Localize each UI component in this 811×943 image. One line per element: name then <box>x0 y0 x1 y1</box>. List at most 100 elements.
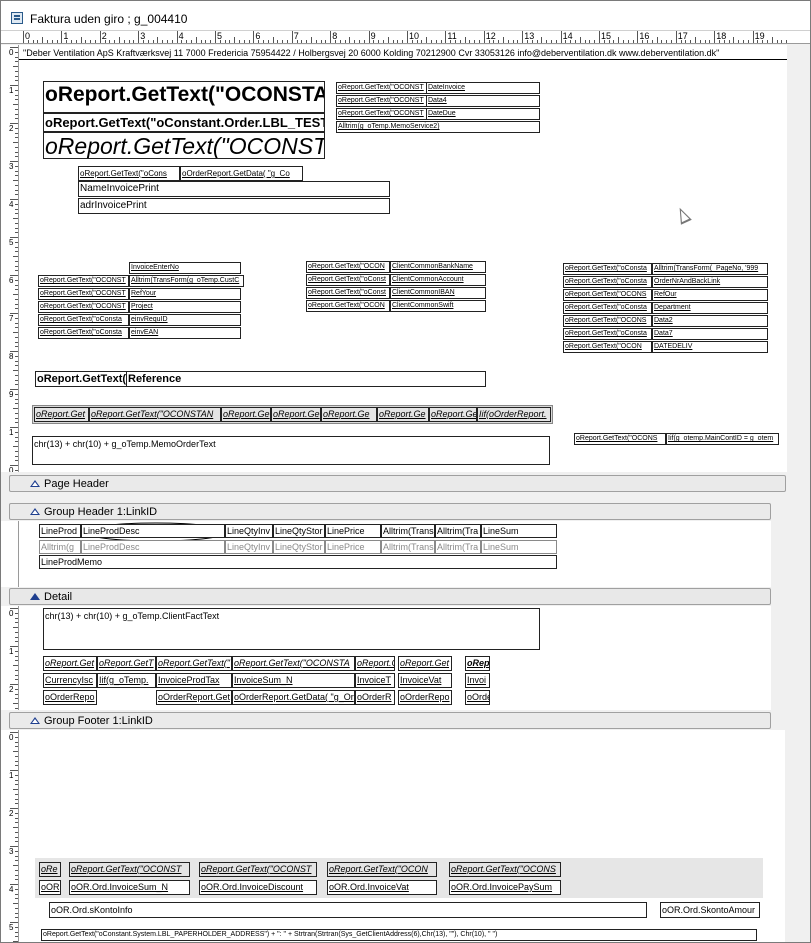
bank-label[interactable]: oReport.GetText("oConst <box>306 287 390 299</box>
line-field[interactable]: LineQtyStor <box>273 524 325 538</box>
line-field[interactable]: LineQtyInv <box>225 524 273 538</box>
line-field[interactable]: LineSum <box>481 524 557 538</box>
bank-value[interactable]: ClientCommonBankName <box>390 261 486 273</box>
total-value-field[interactable]: InvoiceSum_N <box>232 673 355 688</box>
info-label-2[interactable]: oReport.GetText("OCONST <box>336 95 428 107</box>
addr-invoice-field[interactable]: adrInvoicePrint <box>78 198 390 214</box>
total-label-field[interactable]: oReport.GetText(" <box>156 656 232 671</box>
right-info-label[interactable]: oReport.GetText("OCONS <box>563 289 652 301</box>
footer-value-field[interactable]: oOR.Ord.InvoiceVat <box>327 880 437 895</box>
footer-label-field[interactable]: oRe <box>39 862 61 877</box>
band-detail[interactable]: Detail <box>9 588 771 605</box>
left-info-value[interactable]: einvEAN <box>129 327 241 339</box>
total-data-field[interactable]: oOrderRepo <box>43 690 97 705</box>
footer-value-field[interactable]: oOR.Ord.InvoicePaySum <box>449 880 561 895</box>
right-info-label[interactable]: oReport.GetText("oConsta <box>563 302 652 314</box>
right-info-value[interactable]: Data7 <box>652 328 768 340</box>
bank-value[interactable]: ClientCommonIBAN <box>390 287 486 299</box>
right-info-value[interactable]: Alltrim(TransForm(_PageNo, '999 <box>652 263 768 275</box>
footer-label-field[interactable]: oReport.GetText("OCONST <box>69 862 190 877</box>
footer-label-field[interactable]: oReport.GetText("OCONS <box>449 862 561 877</box>
line-field[interactable]: LinePrice <box>325 524 381 538</box>
right-info-label[interactable]: oReport.GetText("OCONS <box>563 315 652 327</box>
right-info-label[interactable]: oReport.GetText("oConsta <box>563 328 652 340</box>
column-header-field[interactable]: oReport.Get <box>34 407 89 422</box>
footer-label-field[interactable]: oReport.GetText("OCON <box>327 862 437 877</box>
column-header-field[interactable]: oReport.Ge <box>321 407 377 422</box>
column-header-field[interactable]: oReport.Ge <box>429 407 477 422</box>
total-value-field[interactable]: InvoiceVat <box>398 673 452 688</box>
left-info-value[interactable]: einvRequID <box>129 314 241 326</box>
info-value-3[interactable]: DateDue <box>426 108 540 120</box>
total-label-field[interactable]: oReport.Get <box>398 656 452 671</box>
line-field-alt[interactable]: LineQtyStor <box>273 540 325 554</box>
total-data-field[interactable]: oOrde <box>465 690 490 705</box>
total-data-field[interactable]: oOrderReport.Get <box>156 690 232 705</box>
band-page-header[interactable]: Page Header <box>9 475 786 492</box>
total-data-field[interactable]: oOrderRepo <box>398 690 452 705</box>
memo-order-field[interactable]: chr(13) + chr(10) + g_oTemp.MemoOrderTex… <box>32 436 550 465</box>
line-field[interactable]: LineProd <box>39 524 81 538</box>
line-field-alt[interactable]: LineSum <box>481 540 557 554</box>
right-info-label[interactable]: oReport.GetText("oConsta <box>563 276 652 288</box>
left-info-label[interactable]: oReport.GetText("oConsta <box>38 314 129 326</box>
line-prod-memo-field[interactable]: LineProdMemo <box>39 555 557 569</box>
client-fact-field[interactable]: chr(13) + chr(10) + g_oTemp.ClientFactTe… <box>43 608 540 650</box>
addr-label-field[interactable]: oReport.GetText("oCons <box>78 166 180 181</box>
memo-service-field[interactable]: Alltrim(g_oTemp.MemoService2) <box>336 121 540 133</box>
addr-data-field[interactable]: oOrderReport.GetData( "g_Co <box>180 166 303 181</box>
bank-label[interactable]: oReport.GetText("OCON <box>306 261 390 273</box>
line-field[interactable]: LineProdDesc <box>81 524 225 538</box>
total-label-field[interactable]: oReport.GetText("OCONSTA <box>232 656 355 671</box>
total-value-field[interactable]: Iif(g_oTemp. <box>97 673 156 688</box>
collapse-triangle-icon[interactable] <box>30 480 40 487</box>
footer-value-field[interactable]: oOR <box>39 880 61 895</box>
total-data-field[interactable]: oOrderR <box>355 690 395 705</box>
right-info-value[interactable]: Department <box>652 302 768 314</box>
expand-triangle-icon[interactable] <box>30 593 40 600</box>
line-field-alt[interactable]: Alltrim(Trans <box>381 540 435 554</box>
total-label-field[interactable]: oReport.GetT <box>97 656 156 671</box>
column-header-field[interactable]: oReport.Ge <box>377 407 429 422</box>
total-value-field[interactable]: InvoiceProdTax <box>156 673 232 688</box>
main-contact-value[interactable]: Iif(g_otemp.MainContID = g_otem <box>666 433 779 445</box>
total-label-field[interactable]: oReport.Get <box>43 656 97 671</box>
footer-value-field[interactable]: oOR.Ord.InvoiceDiscount <box>199 880 317 895</box>
main-contact-label[interactable]: oReport.GetText("OCONS <box>574 433 666 445</box>
collapse-triangle-icon[interactable] <box>30 717 40 724</box>
left-info-value[interactable]: Alltrim(TransForm(g_oTemp.CustC <box>129 275 244 287</box>
title-big-field[interactable]: oReport.GetText("OCONSTAN <box>43 81 325 113</box>
right-info-value[interactable]: OrderNrAndBackLink <box>652 276 768 288</box>
line-field[interactable]: Alltrim(Tra <box>435 524 481 538</box>
line-field-alt[interactable]: Alltrim(g <box>39 540 81 554</box>
collapse-triangle-icon[interactable] <box>30 508 40 515</box>
title-italic-field[interactable]: oReport.GetText("OCONSTA <box>43 132 325 159</box>
paper-address-field[interactable]: oReport.GetText("oConstant.System.LBL_PA… <box>41 929 757 941</box>
left-info-value[interactable]: RefYour <box>129 288 241 300</box>
band-group-header[interactable]: Group Header 1:LinkID <box>9 503 771 520</box>
info-label-3[interactable]: oReport.GetText("OCONST <box>336 108 428 120</box>
info-value-2[interactable]: Data4 <box>426 95 540 107</box>
bank-label[interactable]: oReport.GetText("oConst <box>306 274 390 286</box>
left-info-label[interactable]: oReport.GetText("OCONST <box>38 301 129 313</box>
column-header-field[interactable]: oReport.GetText("OCONSTAN <box>89 407 221 422</box>
skonto-info-field[interactable]: oOR.Ord.sKontoInfo <box>49 902 647 918</box>
reference-label-field[interactable]: oReport.GetText( <box>35 371 127 387</box>
total-data-field[interactable]: oOrderReport.GetData( "g_Or <box>232 690 355 705</box>
right-info-label[interactable]: oReport.GetText("oConsta <box>563 263 652 275</box>
total-label-field[interactable]: oRep <box>465 656 490 671</box>
right-info-label[interactable]: oReport.GetText("OCON <box>563 341 652 353</box>
bank-label[interactable]: oReport.GetText("OCON <box>306 300 390 312</box>
left-info-value[interactable]: InvoiceEnterNo <box>129 262 241 274</box>
bank-value[interactable]: ClientCommonSwift <box>390 300 486 312</box>
left-info-value[interactable]: Project <box>129 301 241 313</box>
column-header-field[interactable]: Iif(oOrderReport. <box>477 407 551 422</box>
name-invoice-field[interactable]: NameInvoicePrint <box>78 181 390 197</box>
skonto-amount-field[interactable]: oOR.Ord.SkontoAmour <box>660 902 760 918</box>
info-value-1[interactable]: DateInvoice <box>426 82 540 94</box>
line-field-alt[interactable]: Alltrim(Tra <box>435 540 481 554</box>
right-info-value[interactable]: Data2 <box>652 315 768 327</box>
total-value-field[interactable]: CurrencyIsc <box>43 673 97 688</box>
left-info-label[interactable]: oReport.GetText("oConsta <box>38 327 129 339</box>
bank-value[interactable]: ClientCommonAccount <box>390 274 486 286</box>
